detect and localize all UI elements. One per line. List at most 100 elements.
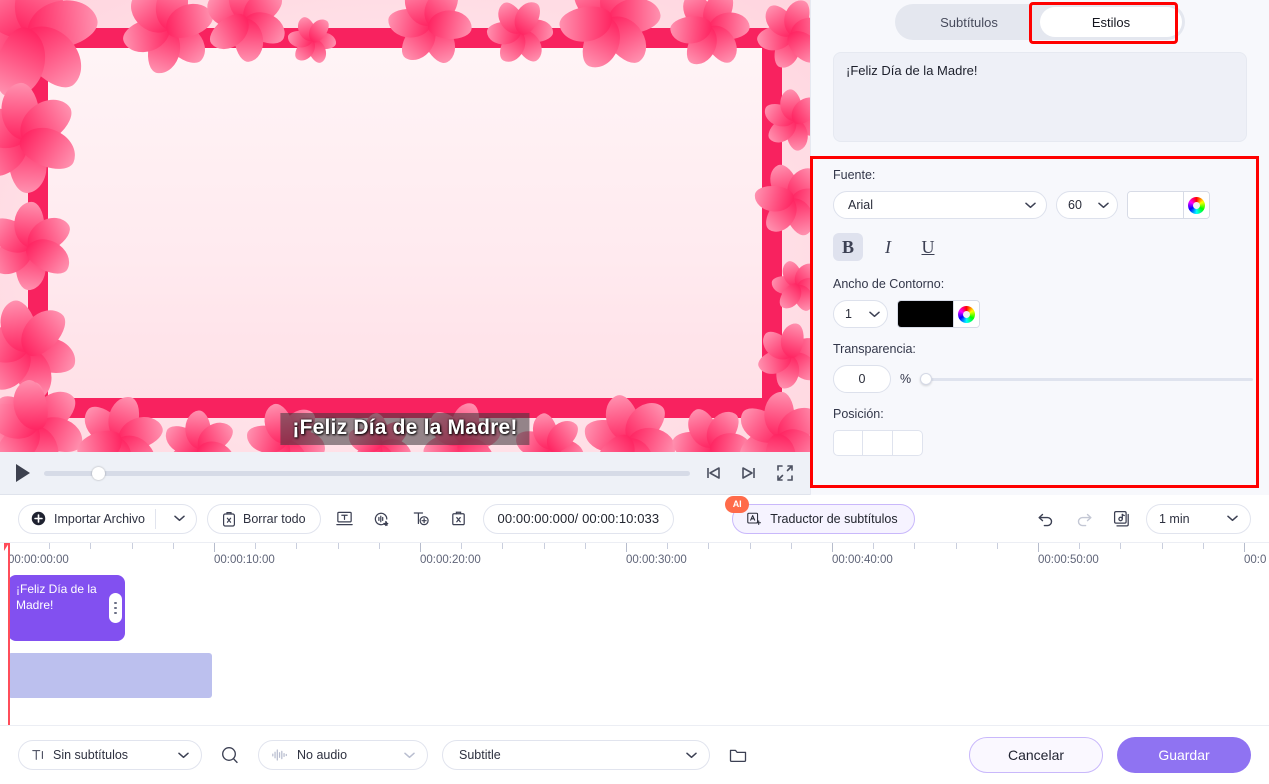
duration-value: 1 min	[1159, 511, 1190, 526]
undo-icon[interactable]	[1032, 505, 1060, 533]
position-grid	[833, 430, 1253, 456]
outline-width-select[interactable]: 1	[833, 300, 888, 328]
styles-panel: Subtítulos Estilos Fuente: Arial 60	[810, 0, 1269, 495]
ruler-tick	[543, 543, 545, 549]
ruler-tick	[667, 543, 669, 549]
font-color-swatch[interactable]	[1128, 192, 1183, 218]
ruler-tick	[790, 543, 792, 549]
transparency-slider[interactable]	[920, 371, 1253, 387]
ruler-tick	[955, 543, 957, 549]
flower-icon	[766, 254, 810, 318]
music-library-icon[interactable]	[1108, 505, 1136, 533]
format-select[interactable]: Subtitle	[442, 740, 710, 770]
ruler-label: 00:00:10:00	[214, 554, 275, 566]
ruler-tick	[214, 543, 215, 552]
italic-button[interactable]: I	[873, 233, 903, 261]
redo-icon[interactable]	[1070, 505, 1098, 533]
waveform-icon	[271, 748, 289, 762]
ruler-tick	[49, 543, 51, 549]
import-file-label: Importar Archivo	[54, 511, 146, 526]
timecode-display[interactable]: 00:00:00:000/ 00:00:10:033	[482, 503, 675, 534]
video-canvas	[0, 0, 810, 452]
ruler-label: 00:00:30:00	[626, 554, 687, 566]
transparency-label: Transparencia:	[833, 342, 916, 356]
ruler-tick	[502, 543, 504, 549]
chevron-down-icon	[178, 752, 189, 759]
next-frame-icon[interactable]	[736, 460, 762, 486]
font-color-picker[interactable]	[1127, 191, 1210, 219]
ruler-tick	[873, 543, 875, 549]
clear-all-button[interactable]: Borrar todo	[207, 503, 321, 534]
subtitle-translator-button[interactable]: AI Traductor de subtítulos	[725, 495, 915, 534]
subtitle-text-input[interactable]	[833, 52, 1247, 142]
chevron-down-icon	[869, 311, 880, 318]
ruler-tick	[296, 543, 298, 549]
fullscreen-icon[interactable]	[772, 460, 798, 486]
add-text-icon[interactable]	[331, 505, 359, 533]
seek-track	[44, 470, 690, 476]
ruler-label: 00:00:40:00	[832, 554, 893, 566]
timeline[interactable]: 00:00:00:00 00:00:10:00 00:00:20:00 00:00:3…	[0, 543, 1269, 725]
audio-clip[interactable]	[8, 653, 212, 698]
chevron-down-icon	[686, 752, 697, 759]
font-row: Arial 60	[833, 191, 1253, 219]
style-controls: Fuente: Arial 60 B I U Ancho de Contorno…	[833, 168, 1253, 456]
player-control-bar	[0, 452, 810, 495]
outline-row: 1	[833, 300, 1253, 328]
save-button[interactable]: Guardar	[1117, 737, 1251, 773]
outline-color-swatch[interactable]	[898, 301, 953, 327]
playhead[interactable]	[4, 543, 10, 725]
ruler-tick	[584, 543, 586, 549]
color-wheel-icon[interactable]	[953, 301, 979, 327]
duration-select[interactable]: 1 min	[1146, 503, 1251, 534]
timeline-ruler[interactable]: 00:00:00:00 00:00:10:00 00:00:20:00 00:00:3…	[0, 543, 1269, 573]
audio-select[interactable]: No audio	[258, 740, 428, 770]
ruler-tick	[626, 543, 627, 552]
folder-icon[interactable]	[724, 741, 752, 769]
subtitle-select-value: Sin subtítulos	[53, 748, 129, 762]
font-size-value: 60	[1068, 198, 1082, 212]
tab-subtitulos[interactable]: Subtítulos	[898, 7, 1040, 37]
underline-button[interactable]: U	[913, 233, 943, 261]
slider-knob[interactable]	[920, 373, 933, 385]
delete-subtitle-icon[interactable]	[445, 505, 473, 533]
prev-frame-icon[interactable]	[700, 460, 726, 486]
seek-knob[interactable]	[92, 466, 105, 480]
chevron-down-icon[interactable]	[166, 515, 192, 522]
position-cell-center[interactable]	[863, 430, 893, 456]
position-cell-left[interactable]	[833, 430, 863, 456]
tab-estilos[interactable]: Estilos	[1040, 7, 1182, 37]
ruler-tick	[749, 543, 751, 549]
position-cell-right[interactable]	[893, 430, 923, 456]
chevron-down-icon	[1025, 202, 1036, 209]
font-size-select[interactable]: 60	[1056, 191, 1118, 219]
ruler-tick	[337, 543, 339, 549]
color-wheel-icon[interactable]	[1183, 192, 1209, 218]
ruler-tick	[708, 543, 710, 549]
panel-tabs: Subtítulos Estilos	[895, 4, 1185, 40]
import-file-button[interactable]: Importar Archivo	[18, 503, 198, 534]
text-format-row: B I U	[833, 233, 1253, 261]
subtitle-track[interactable]: ¡Feliz Día de la Madre!	[0, 575, 1269, 641]
add-voice-icon[interactable]	[369, 505, 397, 533]
subtitle-clip[interactable]: ¡Feliz Día de la Madre!	[8, 575, 125, 641]
position-label: Posición:	[833, 407, 884, 421]
ruler-tick	[1120, 543, 1122, 549]
seek-slider[interactable]	[44, 462, 690, 484]
subtitle-select[interactable]: Sin subtítulos	[18, 740, 202, 770]
ruler-label: 00:00:50:00	[1038, 554, 1099, 566]
play-icon[interactable]	[12, 462, 34, 484]
bold-button[interactable]: B	[833, 233, 863, 261]
ai-badge: AI	[725, 495, 750, 513]
search-icon[interactable]	[216, 741, 244, 769]
translate-icon	[746, 511, 762, 527]
add-subtitle-icon[interactable]	[407, 505, 435, 533]
transparency-input[interactable]: 0	[833, 365, 891, 393]
subtitle-overlay-text: ¡Feliz Día de la Madre!	[280, 413, 530, 445]
font-family-select[interactable]: Arial	[833, 191, 1047, 219]
clip-options-handle[interactable]	[109, 593, 122, 623]
outline-color-picker[interactable]	[897, 300, 980, 328]
ruler-tick	[461, 543, 463, 549]
audio-track[interactable]	[0, 653, 1269, 698]
cancel-button[interactable]: Cancelar	[969, 737, 1103, 773]
